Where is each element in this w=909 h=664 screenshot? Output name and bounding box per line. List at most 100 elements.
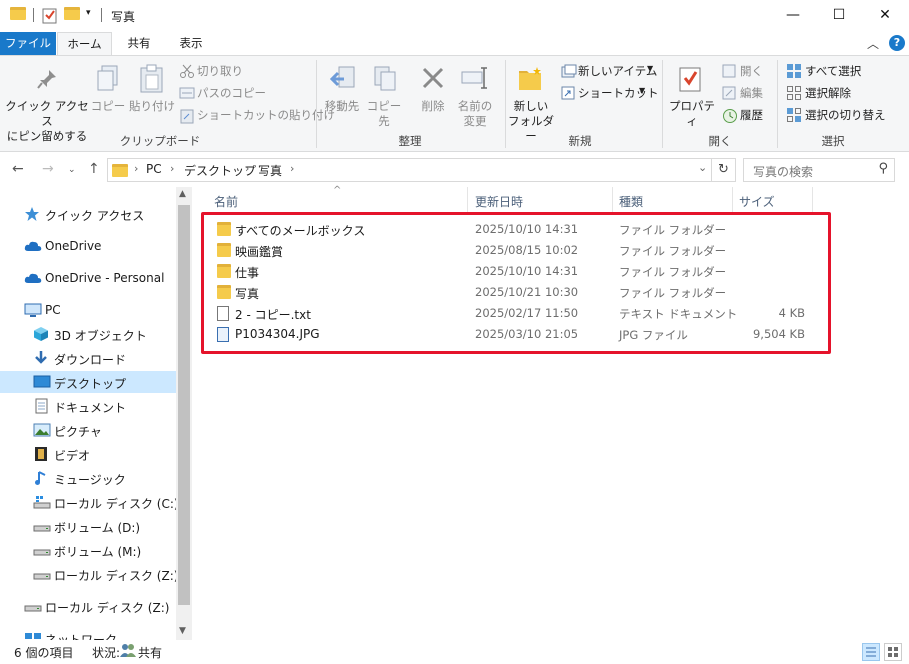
new-folder-icon[interactable] bbox=[64, 7, 80, 20]
copy-to-button[interactable]: コピー先 bbox=[362, 99, 406, 129]
scroll-up-icon[interactable]: ▲ bbox=[179, 189, 186, 199]
nav-item[interactable]: ドキュメント bbox=[0, 395, 176, 417]
move-to-button[interactable]: 移動先 bbox=[320, 99, 364, 114]
maximize-button[interactable]: ☐ bbox=[816, 0, 862, 32]
history-button[interactable]: 履歴 bbox=[740, 107, 763, 123]
new-item-button[interactable]: 新しいアイテム bbox=[578, 63, 657, 79]
open-icon bbox=[722, 64, 736, 81]
tab-view[interactable]: 表示 bbox=[166, 32, 216, 56]
column-divider[interactable] bbox=[732, 187, 733, 212]
minimize-button[interactable]: — bbox=[770, 0, 816, 32]
nav-item-label: ドキュメント bbox=[54, 401, 127, 415]
up-icon[interactable]: ↑ bbox=[88, 161, 100, 177]
clipboard-group-label: クリップボード bbox=[119, 134, 201, 148]
nav-item[interactable]: ボリューム (M:) bbox=[0, 539, 176, 561]
breadcrumb-photos[interactable]: 写真 bbox=[258, 162, 282, 179]
collapse-ribbon-icon[interactable]: ︿ bbox=[867, 35, 879, 52]
invert-selection-button[interactable]: 選択の切り替え bbox=[805, 107, 886, 123]
scroll-down-icon[interactable]: ▼ bbox=[179, 626, 186, 636]
nav-item[interactable]: OneDrive - Personal bbox=[0, 267, 176, 289]
search-placeholder: 写真の検索 bbox=[753, 165, 814, 179]
tab-home[interactable]: ホーム bbox=[57, 32, 112, 56]
nav-item-label: デスクトップ bbox=[54, 377, 127, 391]
sort-ascending-icon: ^ bbox=[333, 185, 342, 196]
properties-icon bbox=[678, 65, 704, 96]
scissors-icon bbox=[180, 64, 194, 81]
select-all-button[interactable]: すべて選択 bbox=[805, 63, 861, 79]
network-icon bbox=[24, 630, 41, 640]
column-header-name[interactable]: 名前 bbox=[214, 193, 238, 210]
shortcut-button[interactable]: ショートカット bbox=[578, 85, 659, 101]
recent-locations-icon[interactable]: ⌄ bbox=[68, 165, 76, 175]
cut-button[interactable]: 切り取り bbox=[197, 63, 243, 79]
paste-button[interactable]: 貼り付け bbox=[128, 99, 176, 114]
copy-path-button[interactable]: パスのコピー bbox=[197, 85, 266, 101]
nav-item[interactable]: ローカル ディスク (C:) bbox=[0, 491, 176, 513]
nav-item[interactable]: ピクチャ bbox=[0, 419, 176, 441]
properties-button[interactable]: プロパティ bbox=[664, 99, 720, 129]
nav-item-label: ネットワーク bbox=[45, 633, 118, 640]
rename-button[interactable]: 名前の 変更 bbox=[454, 99, 496, 129]
pin-label-line1: クイック アクセス bbox=[5, 99, 89, 128]
back-icon[interactable]: ← bbox=[12, 161, 24, 177]
customize-toolbar-icon[interactable]: ▾ bbox=[86, 8, 91, 18]
pin-quick-access-button[interactable]: クイック アクセス にピン留めする bbox=[2, 99, 92, 144]
forward-icon[interactable]: → bbox=[42, 161, 54, 177]
download-icon bbox=[33, 350, 49, 366]
search-input[interactable]: 写真の検索 ⚲ bbox=[743, 158, 895, 182]
shortcut-dropdown-icon[interactable]: ▼ bbox=[639, 86, 645, 95]
delete-button[interactable]: 削除 bbox=[414, 99, 452, 114]
column-header-type[interactable]: 種類 bbox=[619, 193, 643, 210]
nav-item[interactable]: OneDrive bbox=[0, 235, 176, 257]
column-header-date[interactable]: 更新日時 bbox=[475, 193, 523, 210]
refresh-icon[interactable]: ↻ bbox=[712, 158, 736, 182]
close-button[interactable]: ✕ bbox=[862, 0, 908, 32]
help-icon[interactable]: ? bbox=[889, 35, 905, 51]
nav-item[interactable]: ダウンロード bbox=[0, 347, 176, 369]
nav-item[interactable]: デスクトップ bbox=[0, 371, 176, 393]
nav-item[interactable]: クイック アクセス bbox=[0, 203, 176, 225]
new-folder-button[interactable]: 新しい フォルダー bbox=[506, 99, 556, 144]
nav-item[interactable]: 3D オブジェクト bbox=[0, 323, 176, 345]
nav-item[interactable]: ボリューム (D:) bbox=[0, 515, 176, 537]
column-header-size[interactable]: サイズ bbox=[739, 193, 775, 210]
nav-item[interactable]: ローカル ディスク (Z:) bbox=[0, 595, 176, 617]
paste-shortcut-button[interactable]: ショートカットの貼り付け bbox=[197, 107, 335, 123]
breadcrumb-pc[interactable]: PC bbox=[146, 162, 162, 176]
invert-selection-icon bbox=[786, 107, 802, 126]
large-icons-view-icon[interactable] bbox=[884, 643, 902, 661]
navigation-scrollbar[interactable]: ▲ ▼ bbox=[176, 187, 192, 640]
edit-button[interactable]: 編集 bbox=[740, 85, 763, 101]
scroll-thumb[interactable] bbox=[178, 205, 190, 605]
open-button[interactable]: 開く bbox=[740, 63, 763, 79]
tab-share[interactable]: 共有 bbox=[114, 32, 164, 56]
column-divider[interactable] bbox=[467, 187, 468, 212]
nav-item[interactable]: ローカル ディスク (Z:) bbox=[0, 563, 176, 585]
details-view-icon[interactable] bbox=[862, 643, 880, 661]
folder-icon[interactable] bbox=[10, 7, 26, 20]
column-divider[interactable] bbox=[812, 187, 813, 212]
address-dropdown-icon[interactable]: ⌄ bbox=[698, 161, 707, 174]
nav-item-label: ローカル ディスク (Z:) bbox=[54, 569, 176, 583]
drive-c-icon bbox=[33, 494, 51, 510]
nav-item[interactable]: ミュージック bbox=[0, 467, 176, 489]
select-all-icon bbox=[786, 63, 802, 82]
chevron-right-icon[interactable]: › bbox=[245, 162, 249, 175]
document-icon bbox=[33, 398, 49, 414]
properties-check-icon[interactable] bbox=[42, 6, 58, 27]
new-item-dropdown-icon[interactable]: ▼ bbox=[647, 64, 653, 73]
desktop-icon bbox=[33, 374, 51, 390]
chevron-right-icon[interactable]: › bbox=[170, 162, 174, 175]
new-folder-label-line1: 新しい bbox=[513, 99, 549, 113]
select-none-icon bbox=[786, 85, 802, 104]
copy-button[interactable]: コピー bbox=[88, 99, 128, 114]
drive-icon bbox=[33, 518, 51, 534]
select-none-button[interactable]: 選択解除 bbox=[805, 85, 851, 101]
nav-item[interactable]: ネットワーク bbox=[0, 627, 176, 640]
nav-item[interactable]: ビデオ bbox=[0, 443, 176, 465]
nav-item[interactable]: PC bbox=[0, 299, 176, 321]
column-divider[interactable] bbox=[612, 187, 613, 212]
tab-file[interactable]: ファイル bbox=[0, 32, 56, 56]
chevron-right-icon[interactable]: › bbox=[134, 162, 138, 175]
chevron-right-icon[interactable]: › bbox=[290, 162, 294, 175]
